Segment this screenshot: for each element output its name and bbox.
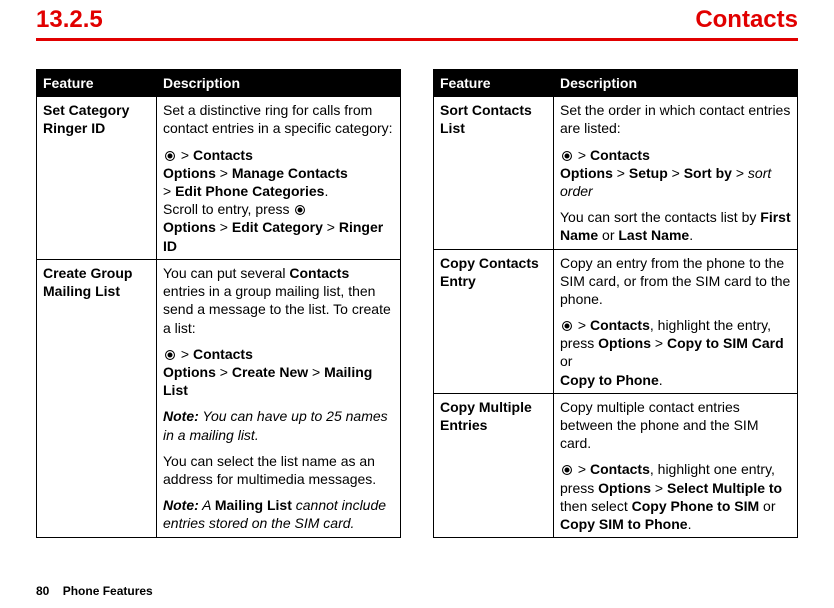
table-header-row: Feature Description bbox=[434, 70, 798, 97]
feature-label: Create Group Mailing List bbox=[37, 260, 157, 538]
footer-label: Phone Features bbox=[63, 584, 153, 598]
feature-description: Set a distinctive ring for calls from co… bbox=[157, 97, 401, 260]
desc-text: Set a distinctive ring for calls from co… bbox=[163, 101, 394, 137]
feature-label: Set Category Ringer ID bbox=[37, 97, 157, 260]
nav-path: > Contacts Options > Setup > Sort by > s… bbox=[560, 146, 791, 201]
section-title: Contacts bbox=[695, 6, 798, 34]
note-text: Note: You can have up to 25 names in a m… bbox=[163, 407, 394, 443]
header-rule bbox=[36, 38, 798, 41]
th-description: Description bbox=[157, 70, 401, 97]
feature-label: Sort Contacts List bbox=[434, 97, 554, 249]
desc-text: Set the order in which contact entries a… bbox=[560, 101, 791, 137]
page-footer: 80 Phone Features bbox=[36, 584, 153, 598]
nav-path: > Contacts Options > Create New > Mailin… bbox=[163, 345, 394, 400]
center-key-icon bbox=[165, 151, 175, 161]
feature-table-right: Feature Description Sort Contacts List S… bbox=[433, 69, 798, 538]
note-text: Note: A Mailing List cannot include entr… bbox=[163, 496, 394, 532]
center-key-icon bbox=[562, 321, 572, 331]
columns: Feature Description Set Category Ringer … bbox=[36, 69, 798, 538]
desc-text: You can select the list name as an addre… bbox=[163, 452, 394, 488]
feature-description: You can put several Contacts entries in … bbox=[157, 260, 401, 538]
desc-text: Copy multiple contact entries between th… bbox=[560, 398, 791, 453]
nav-path: > Contacts Options > Manage Contacts > E… bbox=[163, 146, 394, 255]
page-number: 80 bbox=[36, 584, 49, 598]
page-header: 13.2.5 Contacts bbox=[36, 6, 798, 38]
table-row: Copy Multiple Entries Copy multiple cont… bbox=[434, 393, 798, 537]
th-feature: Feature bbox=[37, 70, 157, 97]
th-description: Description bbox=[554, 70, 798, 97]
desc-text: Copy an entry from the phone to the SIM … bbox=[560, 254, 791, 309]
feature-label: Copy Multiple Entries bbox=[434, 393, 554, 537]
center-key-icon bbox=[165, 350, 175, 360]
table-row: Set Category Ringer ID Set a distinctive… bbox=[37, 97, 401, 260]
feature-table-left: Feature Description Set Category Ringer … bbox=[36, 69, 401, 538]
center-key-icon bbox=[562, 151, 572, 161]
table-header-row: Feature Description bbox=[37, 70, 401, 97]
nav-path: > Contacts, highlight the entry, press O… bbox=[560, 316, 791, 389]
center-key-icon bbox=[295, 205, 305, 215]
desc-text: You can sort the contacts list by First … bbox=[560, 208, 791, 244]
table-row: Copy Contacts Entry Copy an entry from t… bbox=[434, 249, 798, 393]
nav-path: > Contacts, highlight one entry, press O… bbox=[560, 460, 791, 533]
th-feature: Feature bbox=[434, 70, 554, 97]
table-row: Create Group Mailing List You can put se… bbox=[37, 260, 401, 538]
center-key-icon bbox=[562, 465, 572, 475]
feature-description: Set the order in which contact entries a… bbox=[554, 97, 798, 249]
desc-text: You can put several Contacts entries in … bbox=[163, 264, 394, 337]
table-row: Sort Contacts List Set the order in whic… bbox=[434, 97, 798, 249]
section-number: 13.2.5 bbox=[36, 6, 103, 34]
feature-description: Copy multiple contact entries between th… bbox=[554, 393, 798, 537]
feature-description: Copy an entry from the phone to the SIM … bbox=[554, 249, 798, 393]
page: 13.2.5 Contacts Feature Description Set … bbox=[0, 0, 834, 608]
feature-label: Copy Contacts Entry bbox=[434, 249, 554, 393]
